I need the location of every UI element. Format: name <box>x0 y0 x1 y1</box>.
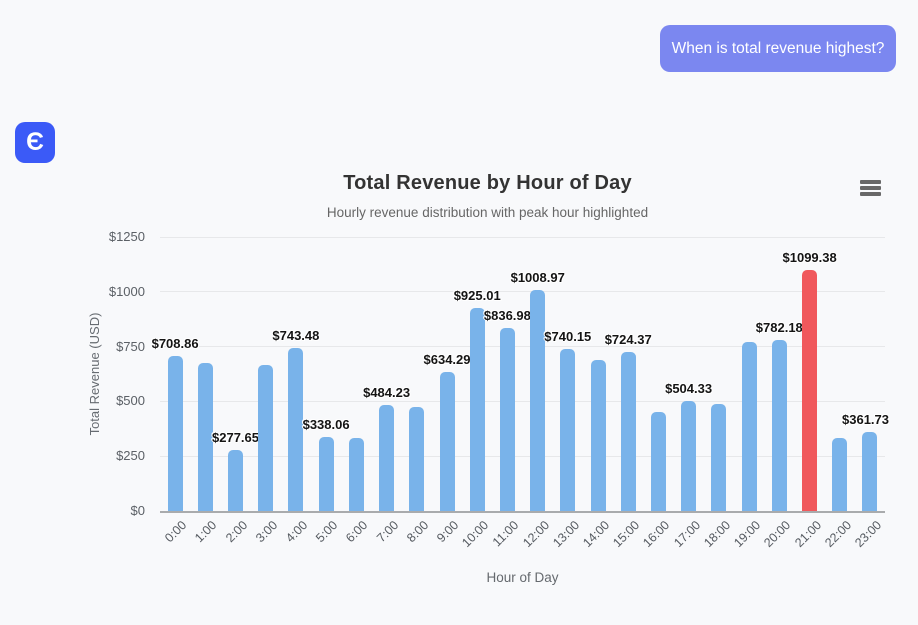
bar-value-label: $724.37 <box>605 332 652 347</box>
x-axis-title: Hour of Day <box>160 570 885 585</box>
bar-value-label: $708.86 <box>152 336 199 351</box>
epsilon-logo-icon: Є <box>26 128 44 157</box>
bar-value-label: $361.73 <box>842 412 889 427</box>
bar-14:00[interactable] <box>591 360 606 511</box>
chart-menu-button[interactable] <box>858 177 884 199</box>
bar-value-label: $925.01 <box>454 288 501 303</box>
bar-23:00[interactable] <box>862 432 877 511</box>
x-tick-label: 4:00 <box>283 518 310 545</box>
revenue-chart: Total Revenue by Hour of Day Hourly reve… <box>85 168 890 613</box>
bar-value-label: $836.98 <box>484 308 531 323</box>
bar-10:00[interactable] <box>470 308 485 511</box>
user-message-bubble: When is total revenue highest? <box>660 25 896 72</box>
user-message-text: When is total revenue highest? <box>672 40 885 58</box>
y-tick-label: $250 <box>85 448 145 463</box>
y-tick-label: $500 <box>85 393 145 408</box>
bar-value-label: $782.18 <box>756 320 803 335</box>
x-tick-label: 1:00 <box>192 518 219 545</box>
bar-17:00[interactable] <box>681 401 696 512</box>
bar-1:00[interactable] <box>198 363 213 511</box>
y-tick-label: $1000 <box>85 284 145 299</box>
x-tick-label: 13:00 <box>550 518 582 550</box>
x-tick-label: 14:00 <box>580 518 612 550</box>
bar-5:00[interactable] <box>319 437 334 511</box>
x-tick-label: 16:00 <box>641 518 673 550</box>
hamburger-icon <box>860 186 881 189</box>
y-axis-title: Total Revenue (USD) <box>87 274 103 474</box>
x-tick-label: 21:00 <box>792 518 824 550</box>
bar-value-label: $634.29 <box>424 352 471 367</box>
gridline <box>160 237 885 238</box>
x-tick-label: 23:00 <box>852 518 884 550</box>
bar-3:00[interactable] <box>258 365 273 511</box>
x-axis-line <box>160 511 885 513</box>
y-tick-label: $1250 <box>85 229 145 244</box>
bar-18:00[interactable] <box>711 404 726 511</box>
x-tick-label: 17:00 <box>671 518 703 550</box>
page: { "page": { "background": "#f8f9fb" }, "… <box>0 0 918 625</box>
bar-value-label: $484.23 <box>363 385 410 400</box>
bar-value-label: $338.06 <box>303 417 350 432</box>
x-tick-label: 19:00 <box>731 518 763 550</box>
x-tick-label: 20:00 <box>761 518 793 550</box>
x-tick-label: 0:00 <box>162 518 189 545</box>
bar-6:00[interactable] <box>349 438 364 511</box>
bar-11:00[interactable] <box>500 328 515 512</box>
bar-value-label: $743.48 <box>272 328 319 343</box>
bar-21:00[interactable] <box>802 270 817 511</box>
chart-title: Total Revenue by Hour of Day <box>85 172 890 195</box>
bar-12:00[interactable] <box>530 290 545 511</box>
bar-9:00[interactable] <box>440 372 455 511</box>
bar-16:00[interactable] <box>651 412 666 511</box>
x-tick-label: 10:00 <box>459 518 491 550</box>
bar-20:00[interactable] <box>772 340 787 512</box>
x-tick-label: 5:00 <box>313 518 340 545</box>
bar-value-label: $740.15 <box>544 329 591 344</box>
y-tick-label: $0 <box>85 503 145 518</box>
x-tick-label: 6:00 <box>344 518 371 545</box>
bar-2:00[interactable] <box>228 450 243 511</box>
app-logo: Є <box>15 122 55 163</box>
hamburger-icon <box>860 192 881 195</box>
bar-13:00[interactable] <box>560 349 575 511</box>
x-tick-label: 9:00 <box>434 518 461 545</box>
bar-19:00[interactable] <box>742 342 757 511</box>
x-tick-label: 18:00 <box>701 518 733 550</box>
hamburger-icon <box>860 180 881 183</box>
bar-value-label: $1099.38 <box>783 250 837 265</box>
x-tick-label: 3:00 <box>253 518 280 545</box>
bar-4:00[interactable] <box>288 348 303 511</box>
x-tick-label: 22:00 <box>822 518 854 550</box>
x-tick-label: 12:00 <box>520 518 552 550</box>
x-tick-label: 7:00 <box>374 518 401 545</box>
bar-8:00[interactable] <box>409 407 424 511</box>
bar-0:00[interactable] <box>168 356 183 511</box>
bar-22:00[interactable] <box>832 438 847 511</box>
x-tick-label: 2:00 <box>223 518 250 545</box>
bar-value-label: $504.33 <box>665 381 712 396</box>
x-tick-label: 11:00 <box>490 518 521 549</box>
bar-15:00[interactable] <box>621 352 636 511</box>
gridline <box>160 291 885 292</box>
bar-7:00[interactable] <box>379 405 394 511</box>
bar-value-label: $277.65 <box>212 430 259 445</box>
x-tick-label: 8:00 <box>404 518 431 545</box>
bar-value-label: $1008.97 <box>511 270 565 285</box>
chart-subtitle: Hourly revenue distribution with peak ho… <box>85 205 890 220</box>
x-tick-label: 15:00 <box>610 518 642 550</box>
y-tick-label: $750 <box>85 339 145 354</box>
